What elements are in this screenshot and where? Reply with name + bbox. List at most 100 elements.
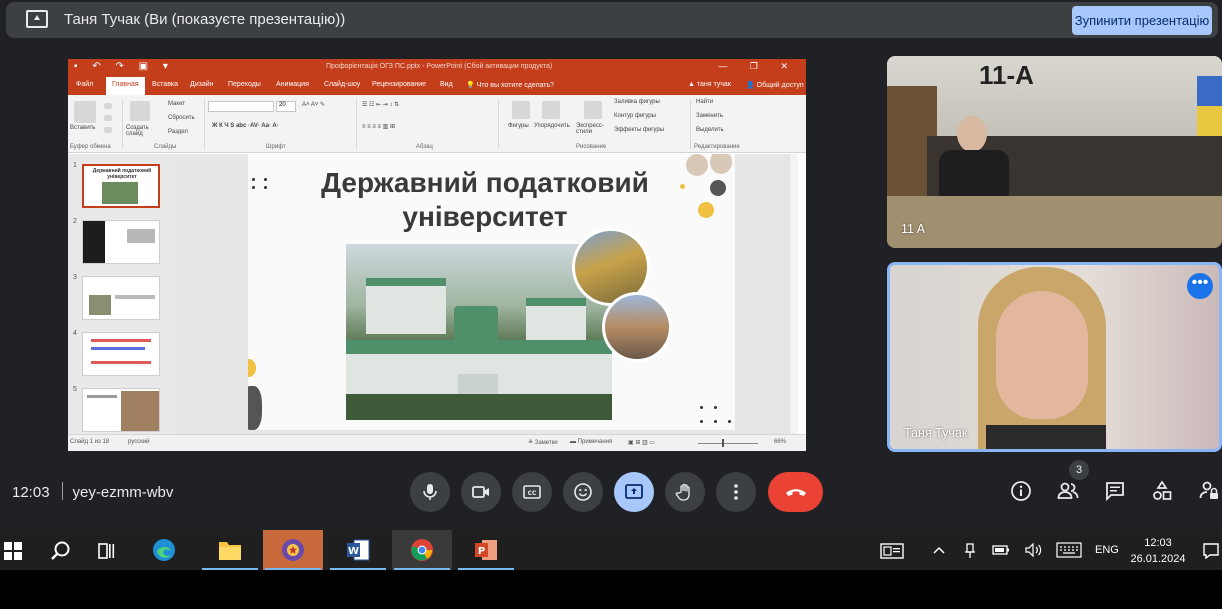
copy-icon[interactable] [104, 115, 112, 121]
shape-outline-button[interactable]: Контур фигуры [614, 113, 656, 119]
people-icon[interactable] [1057, 480, 1079, 502]
language-indicator[interactable]: русский [128, 439, 150, 445]
word-app[interactable]: W [328, 530, 388, 570]
reactions-button[interactable] [563, 472, 603, 512]
presenting-title: Таня Тучак (Ви (показуєте презентацію)) [64, 11, 346, 28]
layout-button[interactable]: Макет [168, 101, 185, 107]
slide-thumbnail-3[interactable] [82, 276, 160, 320]
slide-title[interactable]: Державний податковий університет [288, 166, 682, 234]
meeting-details-icon[interactable] [1010, 480, 1032, 502]
font-grow-buttons[interactable]: A˄ A˅ ✎ [302, 101, 325, 108]
building-photo-circle-2[interactable] [602, 292, 672, 362]
thumb-text [91, 361, 151, 364]
present-now-button[interactable] [614, 472, 654, 512]
chrome-app[interactable] [392, 530, 452, 570]
align-buttons[interactable]: ≡ ≡ ≡ ≡ ▥ ⊞ [362, 123, 395, 130]
tab-file[interactable]: Файл [76, 81, 93, 88]
ribbon-divider [204, 99, 205, 149]
zoom-slider[interactable] [698, 443, 758, 444]
share-button[interactable]: 👤 Общий доступ [746, 81, 804, 89]
font-name-box[interactable] [208, 101, 274, 112]
notes-button[interactable]: ≙ Заметки [528, 439, 558, 446]
display-icon[interactable] [880, 543, 904, 559]
arrange-icon[interactable] [542, 101, 560, 119]
file-explorer-app[interactable] [200, 530, 260, 570]
select-button[interactable]: Выделить [696, 127, 724, 133]
volume-icon[interactable] [1024, 542, 1044, 558]
thumb-text [115, 295, 155, 299]
tab-design[interactable]: Дизайн [190, 81, 214, 88]
clock-date: 26.01.2024 [1130, 553, 1186, 565]
input-language[interactable]: ENG [1095, 544, 1119, 556]
windows-start-icon[interactable] [4, 542, 22, 560]
yandex-browser-app[interactable] [263, 530, 323, 570]
task-view-icon[interactable] [96, 541, 116, 561]
paste-icon[interactable] [74, 101, 96, 123]
quick-access-toolbar[interactable]: ▪ ↶ ↷ ▣ ▾ [74, 61, 174, 72]
current-slide[interactable]: Державний податковий університет [248, 154, 735, 430]
tab-home[interactable]: Главная [106, 77, 145, 95]
replace-button[interactable]: Заменить [696, 113, 723, 119]
more-options-icon[interactable]: ••• [1187, 273, 1213, 299]
host-controls-icon[interactable] [1198, 480, 1220, 502]
font-format-buttons[interactable]: Ж К Ч S abc ·AV· Aa· A· [212, 123, 279, 129]
building [526, 304, 586, 344]
slide-editor-canvas[interactable]: Державний податковий університет [176, 154, 798, 434]
slide-thumbnail-1[interactable]: Державний податковий університет [82, 164, 160, 208]
new-slide-icon[interactable] [130, 101, 150, 121]
chevron-up-icon[interactable] [932, 544, 946, 556]
find-button[interactable]: Найти [696, 99, 713, 105]
vertical-scrollbar[interactable] [790, 154, 798, 434]
keyboard-icon[interactable] [1056, 542, 1082, 558]
tab-transitions[interactable]: Переходы [228, 81, 261, 88]
shape-fill-button[interactable]: Заливка фигуры [614, 99, 660, 105]
emoji-icon [574, 483, 592, 501]
quick-styles-icon[interactable] [584, 101, 602, 119]
zoom-slider-thumb[interactable] [722, 439, 724, 447]
taskbar-clock[interactable]: 12:03 26.01.2024 [1125, 535, 1191, 567]
decor-shape [248, 386, 262, 430]
search-icon[interactable] [50, 540, 72, 562]
usb-device-icon[interactable] [962, 542, 978, 560]
chat-icon[interactable] [1104, 480, 1126, 502]
participant-tile-self[interactable]: ••• Таня Тучак [887, 262, 1222, 452]
tab-review[interactable]: Рецензирование [372, 81, 426, 88]
slide-thumbnail-5[interactable] [82, 388, 160, 432]
format-painter-icon[interactable] [104, 127, 112, 133]
window-controls[interactable]: — ❐ ✕ [718, 61, 798, 72]
more-options-button[interactable] [716, 472, 756, 512]
account-user[interactable]: ▲ таня тучак [688, 81, 731, 88]
powerpoint-app[interactable]: P [456, 530, 516, 570]
participant-tile-class[interactable]: 11-А 11 A [887, 56, 1222, 248]
leave-call-button[interactable] [768, 472, 823, 512]
microphone-button[interactable] [410, 472, 450, 512]
tab-animations[interactable]: Анимация [276, 81, 309, 88]
shapes-icon[interactable] [512, 101, 530, 119]
tell-me-box[interactable]: 💡 Что вы хотите сделать? [466, 81, 554, 89]
decor-dots [252, 178, 255, 181]
slide-thumbnail-4[interactable] [82, 332, 160, 376]
font-size-box[interactable]: 20 [276, 101, 296, 112]
activities-icon[interactable] [1151, 480, 1173, 502]
section-button[interactable]: Раздел [168, 129, 188, 135]
notifications-icon[interactable] [1202, 542, 1220, 560]
raise-hand-button[interactable] [665, 472, 705, 512]
reset-button[interactable]: Сбросить [168, 115, 195, 121]
tab-slideshow[interactable]: Слайд-шоу [324, 81, 360, 88]
tab-view[interactable]: Вид [440, 81, 453, 88]
cut-icon[interactable] [104, 103, 112, 109]
camera-button[interactable] [461, 472, 501, 512]
list-buttons[interactable]: ☰ ☷ ⇤ ⇥ ↕ ⇅ [362, 101, 399, 108]
face [996, 291, 1088, 419]
shape-effects-button[interactable]: Эффекты фигуры [614, 127, 664, 133]
stop-presenting-button[interactable]: Зупинити презентацію [1072, 6, 1212, 35]
comments-button[interactable]: ▬ Примечания [570, 439, 612, 445]
slide-thumbnail-2[interactable] [82, 220, 160, 264]
tab-insert[interactable]: Вставка [152, 81, 178, 88]
captions-button[interactable]: CC [512, 472, 552, 512]
view-buttons[interactable]: ▣ ⊞ ▥ ▭ [628, 439, 655, 446]
battery-icon[interactable] [992, 544, 1010, 556]
flag [1197, 76, 1222, 136]
edge-app[interactable] [134, 530, 194, 570]
zoom-level[interactable]: 66% [774, 439, 786, 445]
